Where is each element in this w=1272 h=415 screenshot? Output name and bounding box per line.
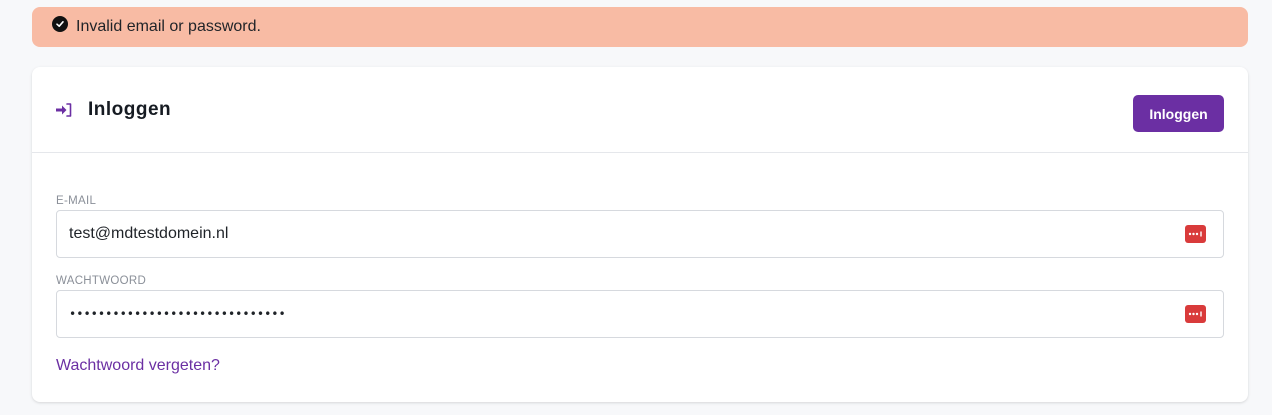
alert-message: Invalid email or password. [76, 18, 261, 35]
login-button[interactable]: Inloggen [1133, 95, 1224, 132]
password-manager-icon[interactable] [1185, 225, 1206, 243]
email-field-wrapper [56, 210, 1224, 258]
error-alert: Invalid email or password. [32, 7, 1248, 47]
email-label: E-MAIL [56, 195, 97, 207]
forgot-password-link[interactable]: Wachtwoord vergeten? [56, 357, 220, 375]
sign-in-icon [56, 103, 72, 117]
password-field-wrapper [56, 290, 1224, 338]
login-card: Inloggen Inloggen E-MAIL WACHTWOORD Wach… [32, 67, 1248, 402]
page-title: Inloggen [88, 99, 172, 120]
card-header: Inloggen Inloggen [32, 67, 1248, 153]
password-label: WACHTWOORD [56, 275, 147, 287]
password-field[interactable] [57, 292, 1157, 336]
email-field[interactable] [57, 212, 1157, 256]
password-manager-icon[interactable] [1185, 305, 1206, 323]
check-circle-icon [52, 16, 68, 32]
